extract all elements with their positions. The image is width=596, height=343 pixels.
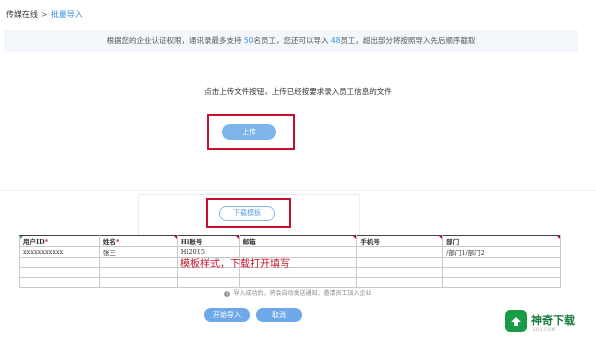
- download-template-button[interactable]: 下载模板: [219, 206, 275, 221]
- table-cell: [176, 277, 240, 288]
- table-row: [19, 257, 561, 268]
- success-note-text: 导入成功后，将会自动发送通知，邀请员工加入企业: [233, 290, 372, 297]
- breadcrumb-root[interactable]: 传媒在线: [6, 10, 38, 19]
- table-cell: xxxxxxxxxxx: [19, 246, 100, 258]
- header-label: 邮箱: [242, 238, 256, 246]
- table-row: [19, 277, 561, 288]
- header-cell: Hi账号: [176, 235, 240, 247]
- table-row: [19, 267, 561, 278]
- section-divider: [0, 190, 596, 191]
- cancel-button[interactable]: 取消: [256, 308, 302, 322]
- header-label: 部门: [446, 238, 460, 246]
- header-cell: 用户ID*: [19, 235, 100, 247]
- header-cell: 手机号: [356, 235, 444, 247]
- header-cell: 部门: [442, 235, 561, 247]
- table-header-row: 用户ID* 姓名* Hi账号 邮箱 手机号 部门: [19, 235, 561, 247]
- breadcrumb-separator: >: [41, 10, 48, 19]
- header-label: 姓名: [102, 238, 116, 246]
- breadcrumb-current: 批量导入: [50, 10, 83, 19]
- table-cell: [442, 257, 561, 268]
- notice-max-count: 50: [243, 36, 254, 45]
- watermark-text: 神奇下载: [531, 314, 575, 327]
- template-sample-table: 用户ID* 姓名* Hi账号 邮箱 手机号 部门 xxxxxxxxxxx 张三 …: [19, 235, 561, 288]
- header-cell: 邮箱: [238, 235, 358, 247]
- table-cell: 张三: [98, 246, 178, 258]
- table-cell: [98, 257, 178, 268]
- import-limit-notice: 根据您的企业认证权限，通讯录最多支持 50名员工，您还可以导入 48员工，超出部…: [4, 30, 578, 52]
- table-cell: [238, 277, 358, 288]
- table-cell: [19, 277, 100, 288]
- required-mark: *: [115, 238, 120, 246]
- info-icon: i: [224, 290, 231, 297]
- watermark-subtext: SQ2.COM: [533, 327, 556, 332]
- table-cell: [356, 267, 444, 278]
- table-cell: /部门1/部门2: [442, 246, 561, 258]
- watermark-logo: 神奇下载 SQ2.COM: [505, 308, 591, 338]
- table-cell: [19, 257, 100, 268]
- upload-button[interactable]: 上传: [222, 124, 276, 140]
- watermark-badge-icon: [505, 310, 527, 332]
- start-import-button[interactable]: 开始导入: [204, 308, 250, 322]
- table-cell: [19, 267, 100, 278]
- table-row: xxxxxxxxxxx 张三 Hi2015 /部门1/部门2: [19, 246, 561, 258]
- notice-text-1: 根据您的企业认证权限，通讯录最多支持: [106, 36, 244, 45]
- table-cell: [98, 267, 178, 278]
- table-cell: [356, 246, 444, 258]
- table-cell: [98, 277, 178, 288]
- header-label: Hi账号: [180, 238, 203, 246]
- table-cell: [356, 257, 444, 268]
- notice-text-3: 员工，超出部分将按照导入先后顺序截取: [340, 36, 476, 45]
- notice-text-2: 名员工，您还可以导入: [253, 36, 331, 45]
- breadcrumb: 传媒在线 > 批量导入: [6, 9, 83, 20]
- upload-hint: 点击上传文件按钮，上传已经按要求录入员工信息的文件: [204, 87, 392, 96]
- header-cell: 姓名*: [98, 235, 178, 247]
- table-cell: [442, 277, 561, 288]
- table-cell: [442, 267, 561, 278]
- header-label: 手机号: [360, 238, 380, 246]
- table-cell: [356, 277, 444, 288]
- required-mark: *: [44, 238, 49, 246]
- notice-remaining-count: 48: [330, 36, 341, 45]
- template-caption: 模板样式，下载打开填写: [180, 259, 290, 270]
- header-label: 用户ID: [23, 238, 45, 246]
- success-note: i 导入成功后，将会自动发送通知，邀请员工加入企业: [0, 288, 596, 297]
